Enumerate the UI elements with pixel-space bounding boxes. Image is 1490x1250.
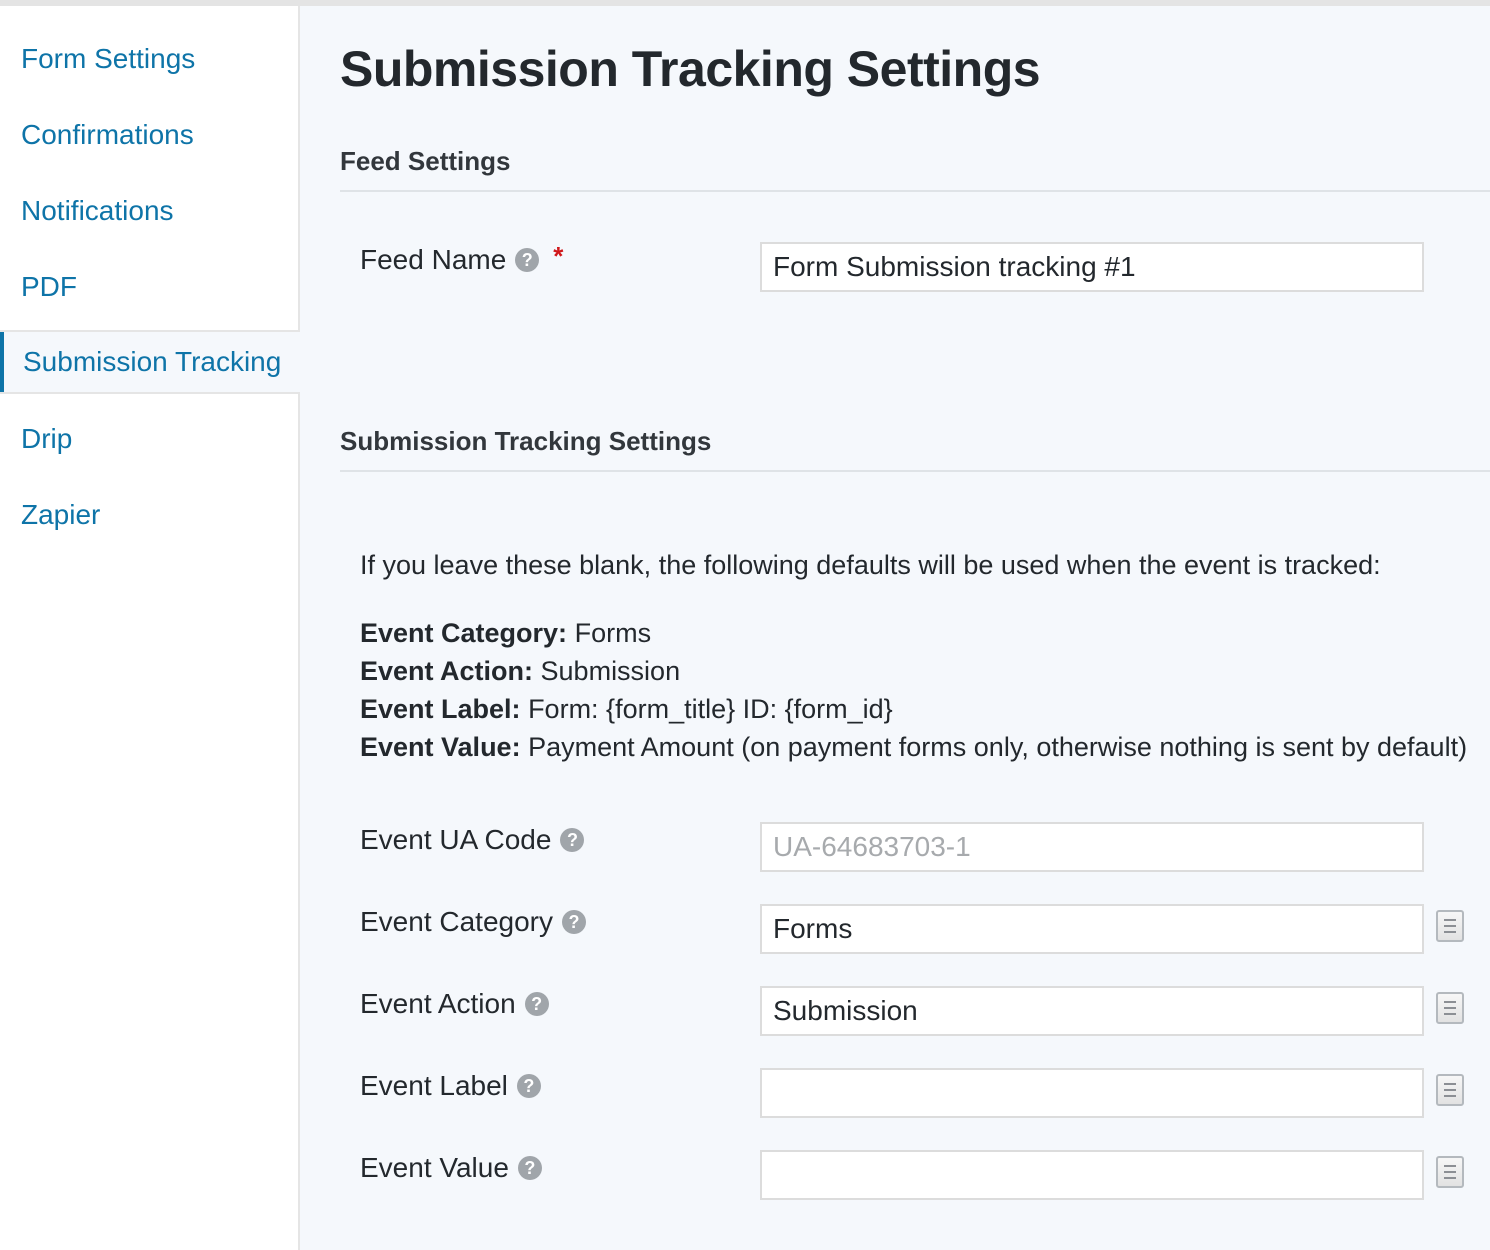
event-action-label-text: Event Action xyxy=(360,988,516,1019)
default-value: Form: {form_title} ID: {form_id} xyxy=(528,694,893,724)
sidebar-item-label: Drip xyxy=(21,423,73,454)
feed-name-label: Feed Name ? * xyxy=(360,240,564,276)
event-value-input[interactable] xyxy=(760,1150,1424,1200)
merge-tag-icon[interactable] xyxy=(1436,910,1464,942)
defaults-intro-text: If you leave these blank, the following … xyxy=(360,550,1381,580)
settings-sidebar: Form Settings Confirmations Notification… xyxy=(0,6,300,1250)
feed-settings-title: Feed Settings xyxy=(340,146,511,176)
event-category-input[interactable] xyxy=(760,904,1424,954)
event-value-label-text: Event Value xyxy=(360,1152,509,1183)
event-label-input[interactable] xyxy=(760,1068,1424,1118)
merge-tag-icon[interactable] xyxy=(1436,1156,1464,1188)
merge-tag-icon[interactable] xyxy=(1436,1074,1464,1106)
event-action-label: Event Action ? xyxy=(360,988,549,1020)
tracking-settings-title: Submission Tracking Settings xyxy=(340,426,712,456)
event-category-label: Event Category ? xyxy=(360,906,586,938)
sidebar-item-form-settings[interactable]: Form Settings xyxy=(0,28,298,90)
default-key: Event Action: xyxy=(360,656,534,686)
sidebar-item-label: Form Settings xyxy=(21,43,196,74)
default-event-action: Event Action: Submission xyxy=(360,652,1467,690)
help-circle-icon[interactable]: ? xyxy=(517,1156,542,1180)
event-ua-code-label-text: Event UA Code xyxy=(360,824,552,855)
event-value-label: Event Value ? xyxy=(360,1152,542,1184)
default-key: Event Value: xyxy=(360,732,521,762)
help-circle-icon[interactable]: ? xyxy=(524,992,549,1016)
required-asterisk: * xyxy=(553,240,564,271)
event-label-label: Event Label ? xyxy=(360,1070,541,1102)
sidebar-item-label: PDF xyxy=(21,271,77,302)
event-ua-code-input[interactable] xyxy=(760,822,1424,872)
merge-tag-icon[interactable] xyxy=(1436,992,1464,1024)
event-ua-code-label: Event UA Code ? xyxy=(360,824,585,856)
sidebar-item-label: Zapier xyxy=(21,499,101,530)
sidebar-item-label: Notifications xyxy=(21,195,174,226)
sidebar-item-label: Confirmations xyxy=(21,119,194,150)
default-key: Event Category: xyxy=(360,618,568,648)
help-circle-icon[interactable]: ? xyxy=(516,1074,541,1098)
default-value: Forms xyxy=(574,618,652,648)
sidebar-item-notifications[interactable]: Notifications xyxy=(0,180,298,242)
sidebar-item-zapier[interactable]: Zapier xyxy=(0,484,298,546)
help-circle-icon[interactable]: ? xyxy=(515,248,540,272)
event-category-label-text: Event Category xyxy=(360,906,553,937)
section-divider xyxy=(340,190,1490,192)
page-title: Submission Tracking Settings xyxy=(340,41,1041,97)
sidebar-item-label: Submission Tracking xyxy=(23,346,282,377)
default-event-value: Event Value: Payment Amount (on payment … xyxy=(360,728,1467,766)
default-event-label: Event Label: Form: {form_title} ID: {for… xyxy=(360,690,1467,728)
sidebar-item-confirmations[interactable]: Confirmations xyxy=(0,104,298,166)
event-label-label-text: Event Label xyxy=(360,1070,508,1101)
defaults-list: Event Category: Forms Event Action: Subm… xyxy=(360,614,1467,766)
sidebar-item-drip[interactable]: Drip xyxy=(0,408,298,470)
default-key: Event Label: xyxy=(360,694,521,724)
section-divider xyxy=(340,470,1490,472)
event-action-input[interactable] xyxy=(760,986,1424,1036)
sidebar-item-pdf[interactable]: PDF xyxy=(0,256,298,318)
default-value: Submission xyxy=(540,656,681,686)
feed-name-label-text: Feed Name xyxy=(360,244,507,275)
default-event-category: Event Category: Forms xyxy=(360,614,1467,652)
sidebar-item-submission-tracking[interactable]: Submission Tracking xyxy=(0,330,300,394)
help-circle-icon[interactable]: ? xyxy=(560,828,585,852)
default-value: Payment Amount (on payment forms only, o… xyxy=(528,732,1468,762)
help-circle-icon[interactable]: ? xyxy=(562,910,586,934)
feed-name-input[interactable] xyxy=(760,242,1424,292)
